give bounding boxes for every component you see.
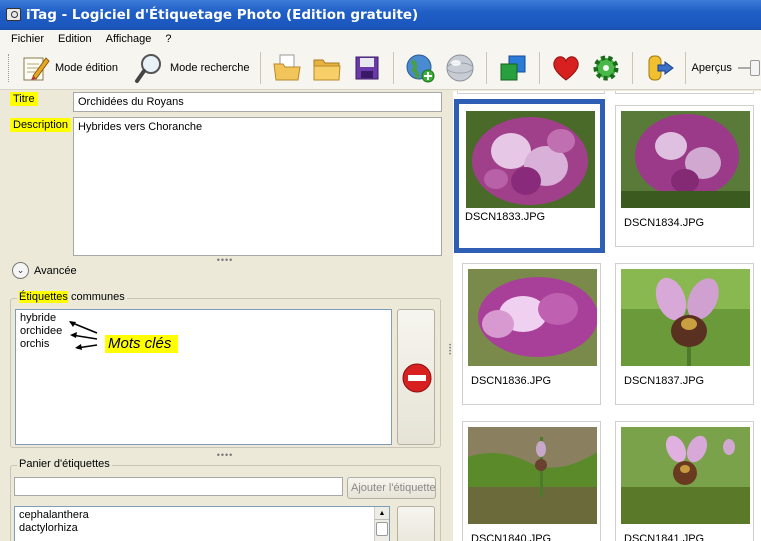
title-bar: iTag - Logiciel d'Étiquetage Photo (Edit…	[0, 0, 761, 30]
list-item[interactable]: dactylorhiza	[19, 522, 385, 535]
photo-filename: DSCN1836.JPG	[471, 375, 552, 387]
scroll-thumb[interactable]	[376, 522, 388, 536]
basket-scrollbar[interactable]: ▲	[374, 507, 389, 541]
photo-card[interactable]: DSCN1841.JPG	[615, 421, 754, 541]
splitter-handle[interactable]: ••••	[205, 256, 245, 265]
geo-add-button[interactable]	[400, 50, 440, 86]
open-button[interactable]	[267, 50, 307, 86]
tags-group-title: Étiquettes communes	[17, 291, 127, 303]
export-button[interactable]	[639, 50, 679, 86]
folder-icon	[313, 59, 341, 81]
apercus-label: Aperçus	[691, 62, 732, 74]
menu-affichage[interactable]: Affichage	[99, 33, 159, 45]
photo-card[interactable]: DSCN1840.JPG	[462, 421, 601, 541]
photo-card[interactable]: DSCN1834.JPG	[615, 105, 754, 247]
advanced-toggle[interactable]: ⌄ Avancée	[12, 262, 77, 279]
orchid-photo	[621, 269, 750, 366]
basket-list[interactable]: cephalanthera dactylorhiza ▲	[14, 506, 390, 541]
description-textarea[interactable]: Hybrides vers Choranche	[73, 117, 442, 256]
apercus-slider[interactable]	[737, 58, 760, 78]
add-tag-button[interactable]: Ajouter l'étiquette	[347, 477, 436, 499]
toolbar-separator	[392, 52, 394, 84]
orchid-photo	[468, 269, 597, 366]
photo-gallery[interactable]: DSCN1833.JPG DSCN1834.JPG DSCN1836.JPG D…	[453, 91, 761, 541]
tag-basket-group: Panier d'étiquettes Ajouter l'étiquette …	[10, 458, 441, 541]
edit-icon	[23, 57, 50, 81]
sphere-button[interactable]	[440, 50, 480, 86]
orchid-photo	[468, 427, 597, 524]
remove-tag-button[interactable]	[397, 309, 435, 445]
tag-basket-title: Panier d'étiquettes	[17, 458, 112, 470]
previous-row-edge	[457, 91, 605, 94]
gear-icon	[593, 55, 618, 81]
orchid-photo	[621, 111, 750, 208]
annotation-label: Mots clés	[105, 335, 178, 353]
heart-icon	[552, 56, 579, 81]
splitter-handle[interactable]: ••••	[205, 451, 245, 460]
tags-group-title-highlight: Étiquettes	[19, 291, 68, 303]
toolbar-separator	[485, 52, 487, 84]
favorite-button[interactable]	[546, 50, 586, 86]
camera-icon	[6, 8, 21, 21]
annotation-arrows	[69, 321, 98, 350]
previous-row-edge	[615, 91, 754, 94]
windows-icon	[500, 55, 525, 81]
metadata-pane: Titre Orchidées du Royans Description Hy…	[0, 91, 448, 541]
open-folder-icon	[272, 54, 301, 81]
photo-filename: DSCN1837.JPG	[624, 375, 705, 387]
photo-filename: DSCN1834.JPG	[624, 217, 705, 229]
mode-edition-button[interactable]: Mode édition	[15, 50, 122, 86]
remove-icon	[402, 363, 432, 393]
toolbar-separator	[259, 52, 261, 84]
basket-input[interactable]	[14, 477, 343, 496]
toolbar-separator	[538, 52, 540, 84]
titre-input[interactable]: Orchidées du Royans	[73, 92, 442, 112]
mode-recherche-button[interactable]: Mode recherche	[130, 50, 254, 86]
mode-edition-label: Mode édition	[55, 62, 118, 74]
photo-card[interactable]: DSCN1836.JPG	[462, 263, 601, 405]
toolbar-grip[interactable]	[8, 54, 11, 82]
folder-button[interactable]	[307, 50, 347, 86]
save-button[interactable]	[347, 50, 387, 86]
photo-filename: DSCN1840.JPG	[471, 533, 552, 541]
globe-add-icon	[406, 54, 434, 83]
orchid-photo	[466, 111, 595, 208]
scroll-up-icon[interactable]: ▲	[375, 507, 389, 520]
tags-group-title-rest: communes	[67, 291, 125, 303]
menu-bar: Fichier Edition Affichage ?	[0, 30, 761, 47]
toolbar-separator	[631, 52, 633, 84]
titre-value: Orchidées du Royans	[78, 96, 184, 108]
basket-side-button[interactable]	[397, 506, 435, 541]
window-title: iTag - Logiciel d'Étiquetage Photo (Edit…	[26, 7, 419, 23]
mode-recherche-label: Mode recherche	[170, 62, 250, 74]
menu-help[interactable]: ?	[158, 33, 178, 45]
titre-label: Titre	[10, 92, 38, 106]
toolbar-separator	[684, 52, 686, 84]
description-label: Description	[10, 118, 72, 132]
description-value: Hybrides vers Choranche	[78, 121, 203, 133]
menu-fichier[interactable]: Fichier	[4, 33, 51, 45]
toolbar: Mode édition Mode recherche Aperçus	[0, 47, 761, 90]
orchid-photo	[621, 427, 750, 524]
windows-button[interactable]	[493, 50, 533, 86]
photo-card-selected[interactable]: DSCN1833.JPG	[454, 99, 605, 253]
advanced-label: Avancée	[34, 264, 77, 277]
chevron-down-icon: ⌄	[12, 262, 29, 279]
photo-filename: DSCN1841.JPG	[624, 533, 705, 541]
search-icon	[135, 54, 161, 83]
menu-edition[interactable]: Edition	[51, 33, 99, 45]
sphere-icon	[446, 54, 473, 82]
save-icon	[355, 56, 378, 80]
export-icon	[648, 55, 674, 81]
photo-filename: DSCN1833.JPG	[465, 211, 546, 223]
tags-group: Étiquettes communes hybride orchidee orc…	[10, 291, 441, 448]
photo-card[interactable]: DSCN1837.JPG	[615, 263, 754, 405]
list-item[interactable]: cephalanthera	[19, 509, 385, 522]
settings-button[interactable]	[586, 50, 626, 86]
